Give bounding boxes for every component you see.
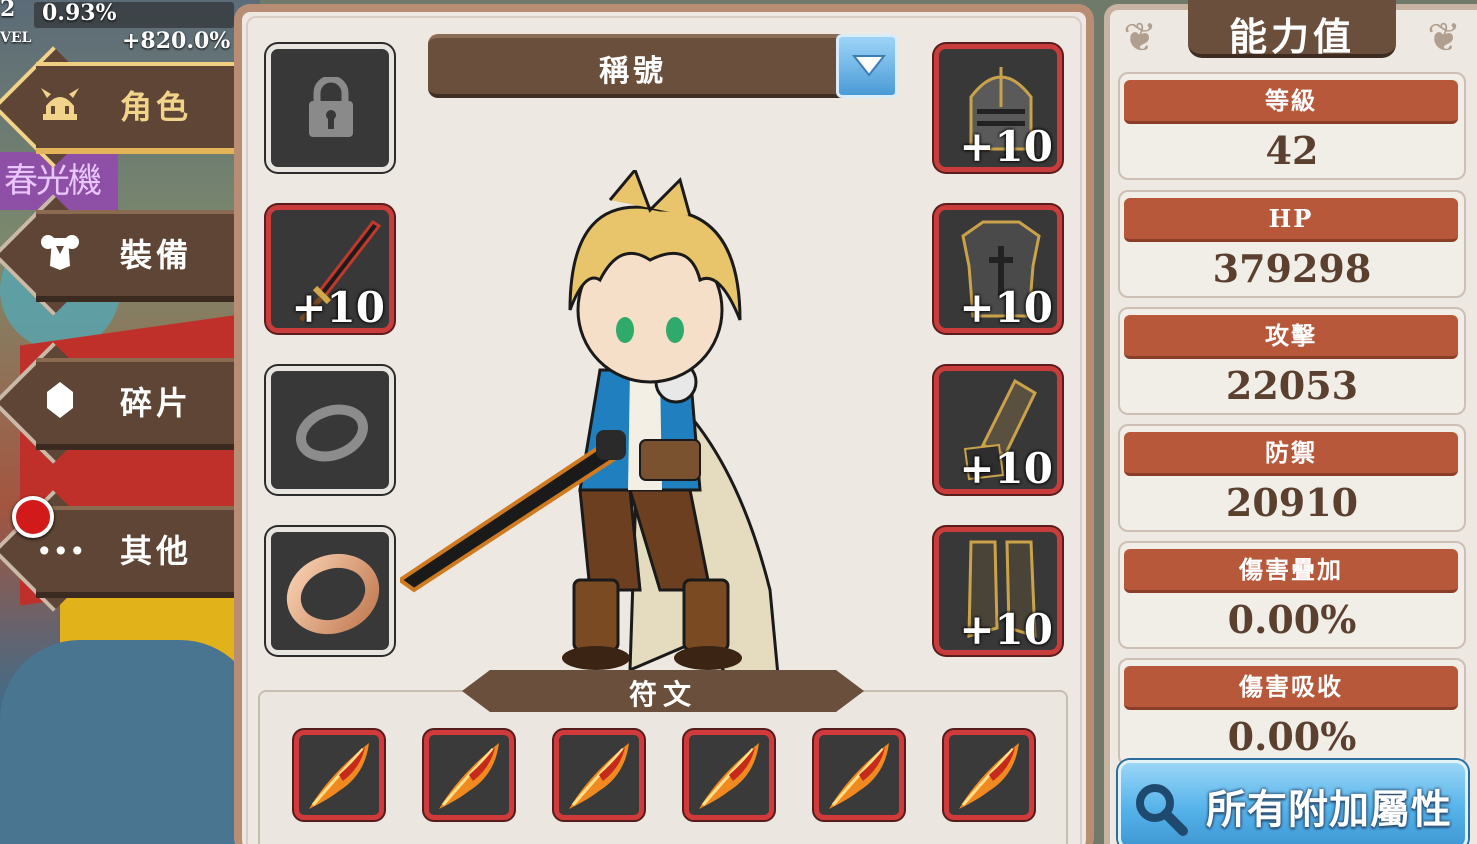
fire-feather-icon (439, 743, 499, 809)
fire-feather-icon (699, 743, 759, 809)
all-attributes-label: 所有附加屬性 (1206, 786, 1452, 833)
stat-defense: 防禦 20910 (1118, 424, 1466, 532)
ornament-corner-icon: ❦ (1427, 15, 1461, 61)
tab-shards[interactable]: 碎片 (0, 342, 248, 464)
slot-gloves[interactable]: +10 (934, 366, 1062, 494)
stat-value: 42 (1265, 128, 1319, 173)
stat-value: 379298 (1212, 246, 1372, 291)
stat-attack: 攻擊 22053 (1118, 307, 1466, 415)
enhance-level: +10 (959, 122, 1053, 171)
slot-helmet[interactable]: +10 (934, 44, 1062, 172)
stat-label: 防禦 (1124, 432, 1458, 476)
fire-feather-icon (959, 743, 1019, 809)
tab-equipment[interactable]: 裝備 (0, 194, 248, 316)
stat-label: 等級 (1124, 80, 1458, 124)
title-dropdown-button[interactable] (836, 34, 898, 98)
stat-damage-bonus: 傷害疊加 0.00% (1118, 541, 1466, 649)
ring-outline-icon (296, 404, 368, 462)
enhance-level: +10 (959, 444, 1053, 493)
stat-value: 20910 (1225, 480, 1359, 525)
stat-label: HP (1124, 198, 1458, 242)
rune-slot-1[interactable] (294, 730, 384, 820)
stat-level: 等級 42 (1118, 72, 1466, 180)
helmet-icon (36, 84, 84, 132)
enhance-level: +10 (959, 283, 1053, 332)
slot-ring[interactable] (266, 527, 394, 655)
fire-feather-icon (569, 743, 629, 809)
tab-character[interactable]: 角色 (0, 46, 248, 168)
player-level: 2 (0, 0, 16, 22)
rune-slot-5[interactable] (814, 730, 904, 820)
slot-locked[interactable] (266, 44, 394, 172)
rune-slot-6[interactable] (944, 730, 1034, 820)
stat-label: 攻擊 (1124, 315, 1458, 359)
enhance-level: +10 (291, 283, 385, 332)
chevron-down-icon (851, 55, 887, 77)
stat-label: 傷害疊加 (1124, 549, 1458, 593)
search-icon (1136, 784, 1188, 836)
tab-label: 其他 (120, 532, 193, 570)
level-badge: VEL (0, 30, 32, 46)
rune-title: 符文 (628, 678, 697, 711)
fire-feather-icon (309, 743, 369, 809)
stats-title: 能力值 (1228, 14, 1355, 59)
stat-label: 傷害吸收 (1124, 666, 1458, 710)
exp-percent: 0.93% (42, 0, 117, 26)
copper-ring-icon (286, 553, 380, 635)
rune-slot-3[interactable] (554, 730, 644, 820)
notification-badge (12, 496, 54, 538)
stat-hp: HP 379298 (1118, 190, 1466, 298)
slot-ring-empty[interactable] (266, 366, 394, 494)
rune-slot-2[interactable] (424, 730, 514, 820)
rune-slot-4[interactable] (684, 730, 774, 820)
all-attributes-button[interactable]: 所有附加屬性 (1118, 760, 1468, 844)
armor-icon (36, 232, 84, 280)
slot-chest[interactable]: +10 (934, 205, 1062, 333)
enhance-level: +10 (959, 605, 1053, 654)
stat-value: 22053 (1225, 363, 1359, 408)
stat-damage-absorb: 傷害吸收 0.00% (1118, 658, 1466, 766)
lock-icon (309, 77, 353, 137)
stats-header: 能力值 (1188, 0, 1396, 59)
crystal-icon (36, 380, 84, 428)
title-label: 稱號 (599, 54, 667, 89)
tab-label: 碎片 (120, 384, 193, 422)
slot-weapon[interactable]: +10 (266, 205, 394, 333)
slot-boots[interactable]: +10 (934, 527, 1062, 655)
stat-value: 0.00% (1227, 714, 1357, 759)
ornament-corner-icon: ❦ (1123, 15, 1157, 61)
rune-header: 符文 (462, 670, 864, 712)
tab-label: 裝備 (120, 236, 193, 274)
character-model (400, 170, 787, 750)
fire-feather-icon (829, 743, 889, 809)
title-selector[interactable]: 稱號 (428, 34, 898, 98)
stat-value: 0.00% (1227, 597, 1357, 642)
tab-label: 角色 (120, 88, 193, 126)
